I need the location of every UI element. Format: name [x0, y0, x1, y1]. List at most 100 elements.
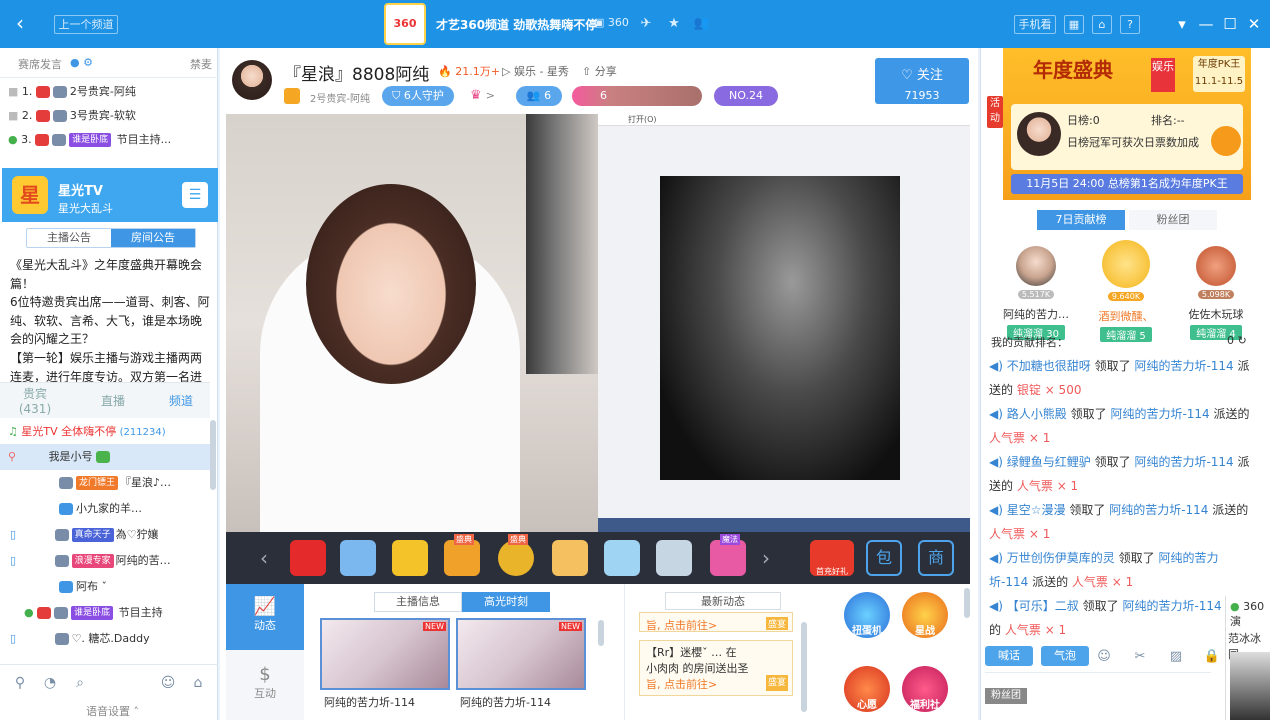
vip-row-2[interactable]: ■ 2. 3号贵宾-软软: [8, 105, 218, 127]
refresh-icon[interactable]: ↻: [1238, 334, 1247, 347]
guard-pill[interactable]: ⛉ 6人守护: [382, 86, 454, 106]
fans-pill[interactable]: 👥 6: [516, 86, 562, 106]
list-item[interactable]: 龙门镖王 『星浪♪…: [0, 470, 210, 496]
nav-interact[interactable]: $ 互动: [226, 650, 304, 720]
mute-button[interactable]: 禁麦: [190, 56, 212, 72]
room-card[interactable]: 星 星光TV 星光大乱斗 ☰: [2, 168, 218, 222]
shout-button[interactable]: 喊话: [985, 646, 1033, 666]
feed-target[interactable]: 阿纯的苦力圻-114: [1110, 407, 1209, 421]
feed-target[interactable]: 阿纯的苦力圻-114: [1134, 455, 1233, 469]
gift-item[interactable]: 盛典: [444, 534, 480, 576]
info-icon[interactable]: ● ⚙: [70, 56, 93, 69]
gamepad-icon[interactable]: ☺: [158, 673, 178, 693]
top-user[interactable]: 5.098K 佐佐木玩球 纯溜溜 4: [1171, 246, 1261, 340]
gift-item[interactable]: [656, 540, 692, 576]
gift-item[interactable]: 魔法: [710, 534, 746, 576]
palette-icon[interactable]: ◔: [40, 673, 60, 693]
help-icon[interactable]: ?: [1120, 15, 1140, 34]
list-item[interactable]: ▯ ♡. 糖芯.Daddy: [0, 626, 210, 652]
tab-vip[interactable]: 贵宾 (431): [0, 385, 70, 416]
shop-icon[interactable]: 商: [918, 540, 954, 576]
gift-item[interactable]: [604, 540, 640, 576]
top-user[interactable]: 9.640K 酒到微醺、 纯溜溜 5: [1081, 240, 1171, 342]
heart-pill[interactable]: 6: [572, 86, 702, 106]
gift-item[interactable]: 盛典: [498, 534, 534, 576]
top-user[interactable]: 5.517K 阿纯的苦力… 纯溜溜 30: [991, 246, 1081, 340]
tab-channel[interactable]: 频道: [146, 392, 216, 409]
bag-icon[interactable]: 包: [866, 540, 902, 576]
minimize-icon[interactable]: —: [1194, 12, 1218, 36]
nav-dynamic[interactable]: 📈 动态: [226, 584, 304, 650]
gift-item[interactable]: [340, 540, 376, 576]
feed-user[interactable]: 路人小熊殿: [1007, 407, 1067, 421]
list-item[interactable]: ▯ 浪漫专家 阿纯的苦…: [0, 548, 210, 574]
gift-item[interactable]: [552, 540, 588, 576]
activity-scrollbar[interactable]: [964, 588, 970, 618]
grid-icon[interactable]: ▦: [1064, 15, 1084, 34]
list-item[interactable]: ▯ 真命天子 為♡狞孃: [0, 522, 210, 548]
chest-icon[interactable]: [1211, 126, 1241, 156]
vip-row-1[interactable]: ■ 1. 2号贵宾-阿纯: [8, 81, 218, 103]
highlight-thumb[interactable]: NEW: [456, 618, 586, 690]
tab-live[interactable]: 直播: [78, 392, 148, 409]
highlight-thumb[interactable]: NEW: [320, 618, 450, 690]
tab-anchor-info[interactable]: 主播信息: [374, 592, 462, 612]
bubble-button[interactable]: 气泡: [1041, 646, 1089, 666]
dropdown-icon[interactable]: ▾: [1170, 12, 1194, 36]
lock-icon[interactable]: 🔒: [1203, 648, 1221, 666]
channel-line[interactable]: ♫ 星光TV 全体嗨不停 (211234): [8, 423, 166, 439]
category[interactable]: ▷ 娱乐 - 星秀: [502, 63, 569, 79]
location-icon[interactable]: ⚲: [10, 673, 30, 693]
feed-target[interactable]: 阿纯的苦力圻-114: [1109, 503, 1208, 517]
voice-settings[interactable]: 语音设置 ˄: [86, 703, 139, 719]
first-recharge-gift[interactable]: 首充好礼: [810, 540, 854, 576]
list-item[interactable]: 阿布 ˇ: [0, 574, 210, 600]
search-icon[interactable]: ⌕: [70, 673, 90, 693]
back-button[interactable]: ‹: [8, 12, 32, 36]
activity-side-tab[interactable]: 活动: [987, 96, 1003, 128]
tab-anchor-notice[interactable]: 主播公告: [27, 229, 111, 247]
maximize-icon[interactable]: ☐: [1218, 12, 1242, 36]
star-icon[interactable]: ★: [664, 14, 684, 34]
image-icon[interactable]: ▨: [1167, 648, 1185, 666]
plane-icon[interactable]: ✈: [636, 14, 656, 34]
feed-target[interactable]: 阿纯的苦力圻-114: [1122, 599, 1221, 613]
fan-group-button[interactable]: 粉丝团: [985, 688, 1027, 704]
rank-pill[interactable]: NO.24: [714, 86, 778, 106]
list-item[interactable]: ⚲ 我是小号: [0, 444, 210, 470]
follow-button[interactable]: ♡ 关注 71953: [875, 58, 969, 104]
phone-view-button[interactable]: 手机看: [1014, 15, 1056, 34]
tab-7day[interactable]: 7日贡献榜: [1037, 210, 1125, 230]
store-icon[interactable]: ⌂: [1092, 15, 1112, 34]
feed-user[interactable]: 不加糖也很甜呀: [1007, 359, 1091, 373]
feed-user[interactable]: 【可乐】二叔: [1007, 599, 1079, 613]
video-player[interactable]: 打开(O): [226, 114, 970, 532]
list-item[interactable]: ● 谁是卧底 节目主持: [0, 600, 210, 626]
list-scrollbar[interactable]: [210, 420, 216, 490]
gift-redpack[interactable]: [290, 540, 326, 576]
feed-target[interactable]: 阿纯的苦力圻-114: [1134, 359, 1233, 373]
feed-user[interactable]: 星空☆漫漫: [1007, 503, 1066, 517]
emoji-icon[interactable]: ☺: [1095, 648, 1113, 666]
mini-window[interactable]: ● 360演 范冰冰同: [1225, 596, 1270, 720]
scissors-icon[interactable]: ✂: [1131, 648, 1149, 666]
users-icon[interactable]: 👥: [692, 14, 712, 34]
home-icon[interactable]: ⌂: [188, 673, 208, 693]
news-item[interactable]: 【Rr】迷櫻ˇ … 在小肉肉 的房间送出圣 旨, 点击前往> 盛宴: [639, 640, 793, 696]
feed-user[interactable]: 万世创伤伊莫库的灵: [1007, 551, 1115, 565]
event-banner[interactable]: 年度盛典 娱乐 年度PK王 11.1-11.5 日榜:0 排名:-- 日榜冠军可获…: [1003, 48, 1251, 200]
vip-row-3[interactable]: ● 3. 谁是卧底 节目主持...: [8, 129, 218, 151]
feed-user[interactable]: 绿鲤鱼与红鲤驴: [1007, 455, 1091, 469]
prev-channel-button[interactable]: 上一个频道: [54, 15, 118, 34]
share-button[interactable]: ⇧ 分享: [582, 63, 617, 79]
chevron-left-icon[interactable]: ‹: [260, 546, 268, 570]
chevron-right-icon[interactable]: ›: [762, 546, 770, 570]
close-icon[interactable]: ✕: [1242, 12, 1266, 36]
tab-room-notice[interactable]: 房间公告: [111, 229, 195, 247]
highlight-scrollbar[interactable]: [598, 620, 604, 646]
news-item[interactable]: 旨, 点击前往> 盛宴: [639, 612, 793, 632]
avatar[interactable]: [232, 60, 272, 100]
list-item[interactable]: 小九家的羊…: [0, 496, 210, 522]
news-scrollbar[interactable]: [801, 622, 807, 712]
tab-fans[interactable]: 粉丝团: [1129, 210, 1217, 230]
